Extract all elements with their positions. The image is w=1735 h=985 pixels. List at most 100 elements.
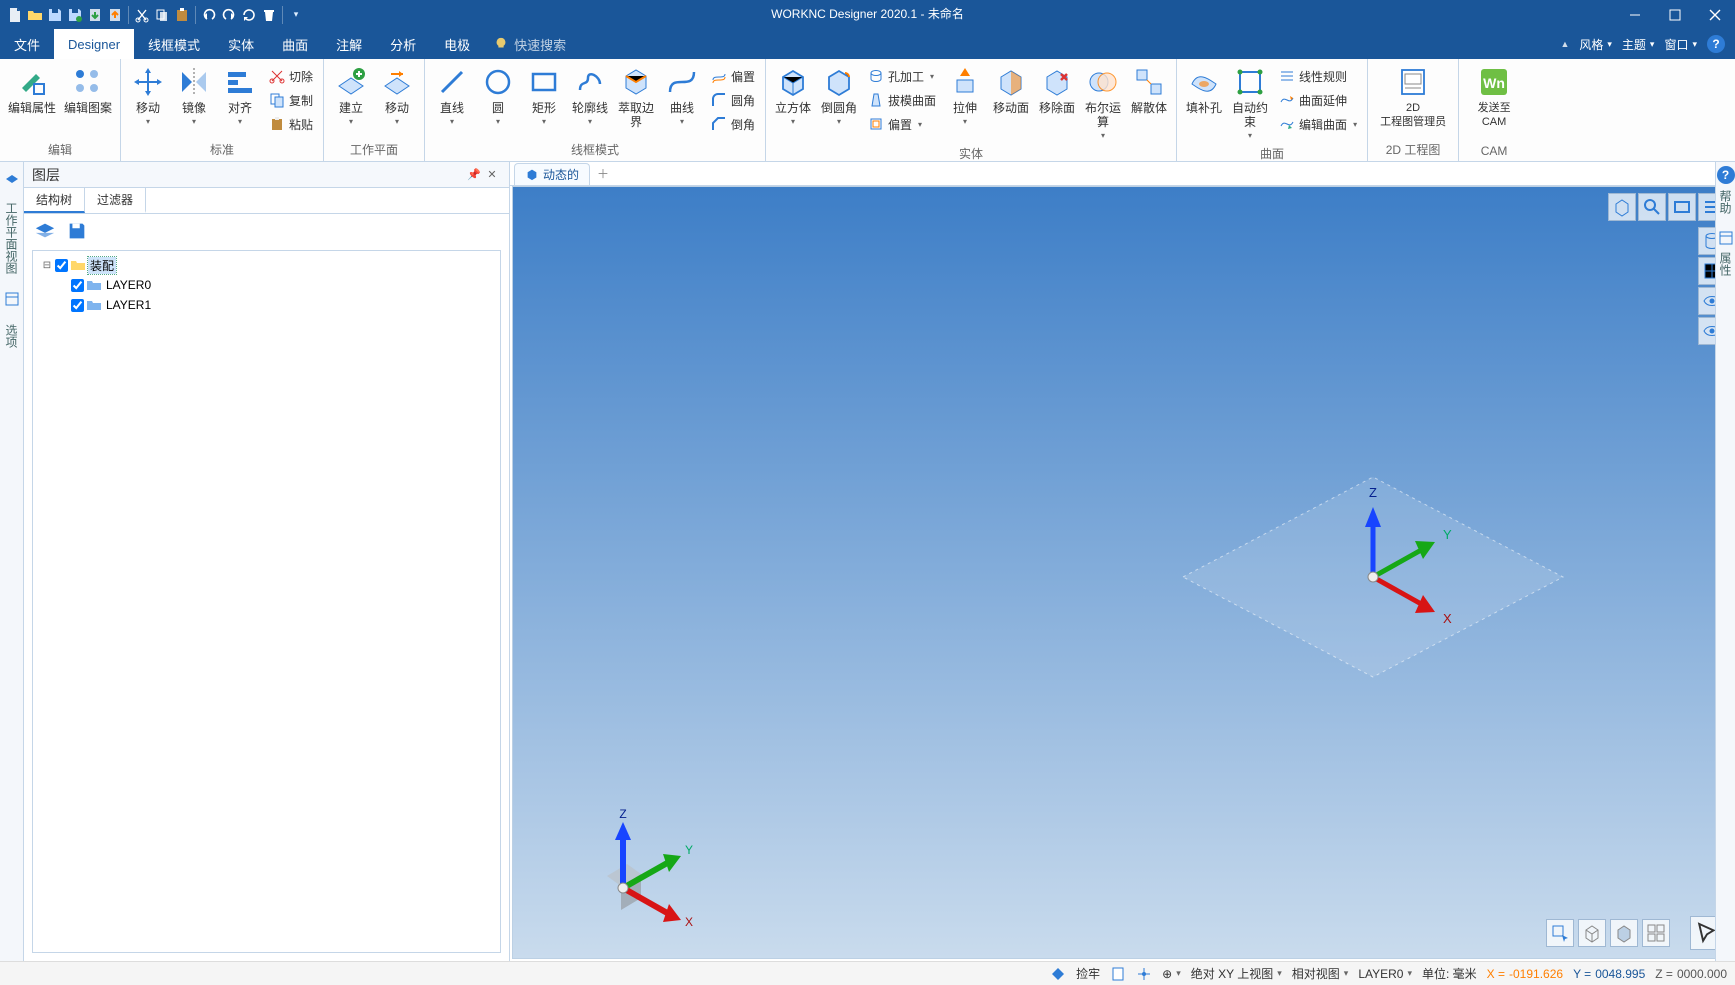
tree-checkbox[interactable] [71,279,84,292]
tab-electrode[interactable]: 电极 [430,29,484,59]
rail-properties-tab[interactable]: 属性 [1717,252,1734,276]
csys-menu[interactable]: ⊕ [1162,967,1181,981]
wp-create-button[interactable]: 建立 [330,63,372,129]
qat-refresh-icon[interactable] [240,6,258,24]
help-button[interactable]: ? [1707,35,1725,53]
tree-label[interactable]: 装配 [88,257,116,274]
qat-copy-icon[interactable] [153,6,171,24]
tree-checkbox[interactable] [55,259,68,272]
tree-checkbox[interactable] [71,299,84,312]
tree-label[interactable]: LAYER0 [104,278,153,292]
qat-import-icon[interactable] [86,6,104,24]
qat-paste-icon[interactable] [173,6,191,24]
tree-row-root[interactable]: ⊟ 装配 [35,255,498,275]
ruled-button[interactable]: 线性规则 [1275,65,1361,87]
tab-solid[interactable]: 实体 [214,29,268,59]
qat-delete-icon[interactable] [260,6,278,24]
qat-redo-icon[interactable] [220,6,238,24]
line-button[interactable]: 直线 [431,63,473,129]
view-cube-icon[interactable] [1608,193,1636,221]
viewport-3d[interactable]: Z Y X Z [512,186,1733,959]
cut-button[interactable]: 切除 [265,65,317,87]
rect-button[interactable]: 矩形 [523,63,565,129]
delface-button[interactable]: 移除面 [1036,63,1078,115]
explode-button[interactable]: 解散体 [1128,63,1170,115]
autoconstr-button[interactable]: 自动约束 [1229,63,1271,143]
qat-save-icon[interactable] [46,6,64,24]
window-menu[interactable]: 窗口▾ [1664,36,1697,53]
qat-export-icon[interactable] [106,6,124,24]
minimize-button[interactable] [1615,0,1655,29]
extrude-button[interactable]: 拉伸 [944,63,986,129]
extend-button[interactable]: 曲面延伸 [1275,89,1361,111]
properties-icon[interactable] [1718,230,1734,246]
tab-filter[interactable]: 过滤器 [85,188,146,213]
align-button[interactable]: 对齐 [219,63,261,129]
select-box-icon[interactable] [1546,919,1574,947]
round-button[interactable]: 倒圆角 [818,63,860,129]
qat-overflow-icon[interactable]: ▾ [287,6,305,24]
send-cam-button[interactable]: Wn 发送至 CAM [1465,63,1523,129]
paper-icon[interactable] [1110,966,1126,982]
four-view-icon[interactable] [1642,919,1670,947]
zoom-icon[interactable] [1638,193,1666,221]
rail-options-icon[interactable] [3,290,21,308]
fillet-button[interactable]: 圆角 [707,89,759,111]
edit-pattern-button[interactable]: 编辑图案 [62,63,114,115]
pin-icon[interactable]: 📌 [465,166,483,184]
tab-file[interactable]: 文件 [0,29,54,59]
wire-cube-icon[interactable] [1578,919,1606,947]
dwgmgr-button[interactable]: 2D 工程图管理员 [1374,63,1452,129]
rail-wp-icon[interactable] [3,168,21,186]
save-layers-icon[interactable] [64,218,90,244]
rail-options-tab[interactable]: 选项 [1,318,22,354]
rail-help-tab[interactable]: 帮助 [1717,190,1734,214]
tab-designer[interactable]: Designer [54,29,134,59]
relview-menu[interactable]: 相对视图 [1292,965,1349,982]
chamfer-button[interactable]: 倒角 [707,113,759,135]
snap-toggle[interactable]: 捡牢 [1076,965,1100,982]
fillhole-button[interactable]: 填补孔 [1183,63,1225,115]
extract-button[interactable]: 萃取边界 [615,63,657,129]
curve-button[interactable]: 曲线 [661,63,703,129]
offset-solid-button[interactable]: 偏置▾ [864,113,940,135]
cube-button[interactable]: 立方体 [772,63,814,129]
layers-icon[interactable] [32,218,58,244]
edit-attr-button[interactable]: 编辑属性 [6,63,58,115]
tab-surface[interactable]: 曲面 [268,29,322,59]
chevron-up-icon[interactable]: ▲ [1560,39,1569,49]
circle-button[interactable]: 圆 [477,63,519,129]
moveface-button[interactable]: 移动面 [990,63,1032,115]
tab-wireframe[interactable]: 线框模式 [134,29,214,59]
style-menu[interactable]: 风格▾ [1579,36,1612,53]
tree-collapse-icon[interactable]: ⊟ [41,260,53,271]
draft-button[interactable]: 拔模曲面 [864,89,940,111]
qat-saveas-icon[interactable] [66,6,84,24]
diamond-icon[interactable] [1050,966,1066,982]
rail-workplane-tab[interactable]: 工作平面视图 [1,196,22,280]
boolean-button[interactable]: 布尔运算 [1082,63,1124,143]
active-layer-menu[interactable]: LAYER0 [1358,967,1412,981]
maximize-button[interactable] [1655,0,1695,29]
grid-status-icon[interactable] [1136,966,1152,982]
quick-search[interactable]: 快速搜索 [484,29,576,59]
tab-annotate[interactable]: 注解 [322,29,376,59]
close-icon[interactable]: ✕ [483,166,501,184]
wp-move-button[interactable]: 移动 [376,63,418,129]
viewport-tab-dynamic[interactable]: 动态的 [514,163,590,185]
paste-button[interactable]: 粘贴 [265,113,317,135]
copy-button[interactable]: 复制 [265,89,317,111]
add-viewport-button[interactable]: ＋ [594,165,612,182]
mirror-button[interactable]: 镜像 [173,63,215,129]
view-menu[interactable]: 绝对 XY 上视图 [1191,965,1282,982]
contour-button[interactable]: 轮廓线 [569,63,611,129]
tree-label[interactable]: LAYER1 [104,298,153,312]
fit-icon[interactable] [1668,193,1696,221]
tab-analyze[interactable]: 分析 [376,29,430,59]
help-button[interactable]: ? [1717,166,1735,184]
qat-open-icon[interactable] [26,6,44,24]
move-button[interactable]: 移动 [127,63,169,129]
qat-undo-icon[interactable] [200,6,218,24]
qat-cut-icon[interactable] [133,6,151,24]
offset-button[interactable]: 偏置 [707,65,759,87]
